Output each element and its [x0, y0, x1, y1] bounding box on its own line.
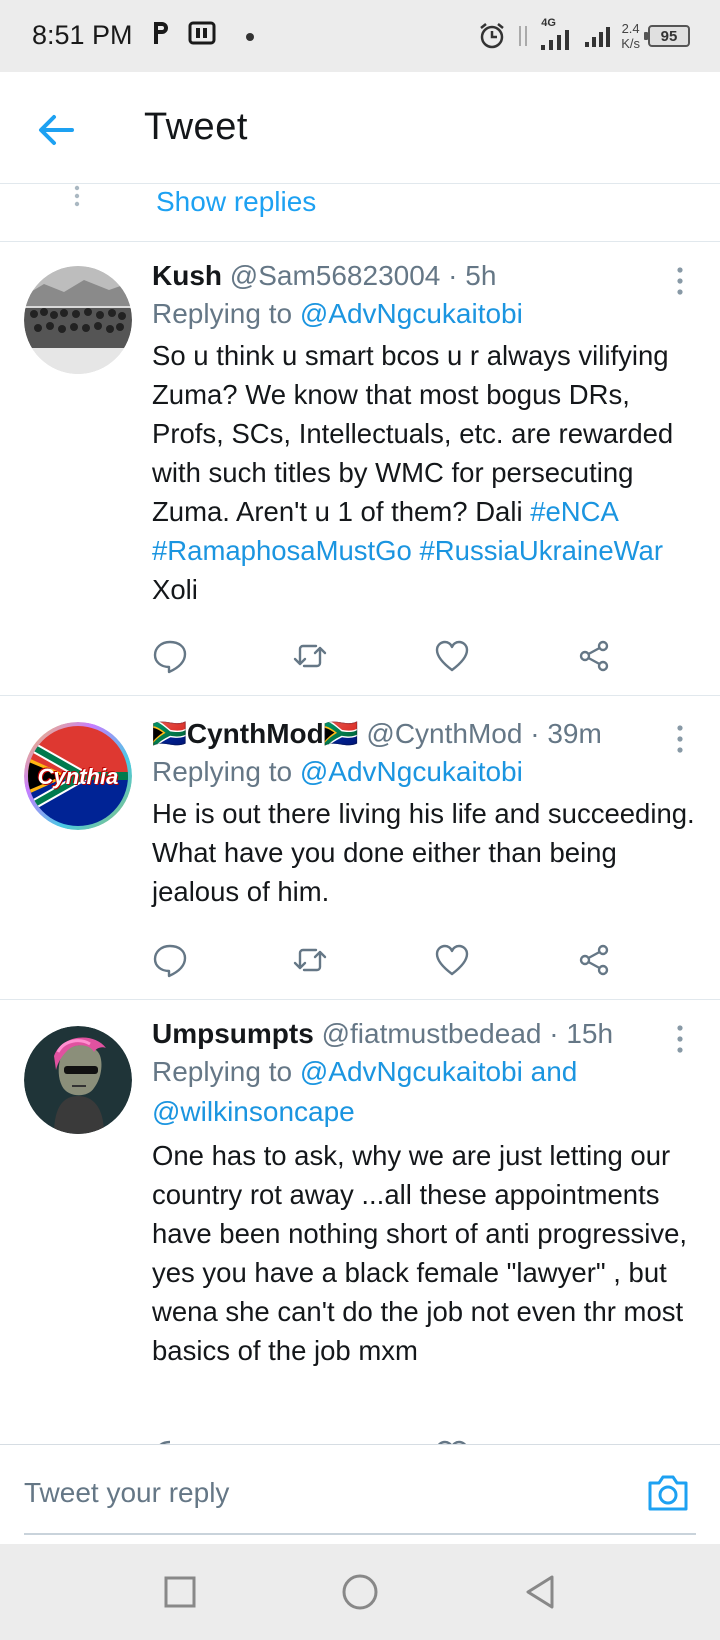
thread-dots-icon — [74, 185, 80, 207]
replying-prefix: Replying to — [152, 298, 293, 329]
avatar[interactable] — [24, 1026, 132, 1134]
status-right-cluster: 4G 2.4 K/s 95 — [477, 16, 690, 56]
more-vertical-icon[interactable] — [670, 264, 690, 298]
flag-emoji: 🇿🇦 — [152, 718, 187, 749]
user-name[interactable]: Umpsumpts — [152, 1018, 314, 1049]
tweet-card[interactable]: Umpsumpts @fiatmustbedead · 15h Replying… — [0, 1000, 720, 1444]
show-replies-row[interactable]: Show replies — [0, 184, 720, 242]
notification-dot-icon — [246, 33, 254, 41]
reply-composer — [0, 1444, 720, 1544]
signal-bars-icon — [585, 27, 611, 47]
data-transfer-icon — [519, 26, 528, 46]
tweet-text: He is out there living his life and succ… — [152, 798, 695, 907]
system-nav-bar — [0, 1544, 720, 1640]
tweet-card[interactable]: Kush @Sam56823004 · 5h Replying to @AdvN… — [0, 242, 720, 696]
share-icon[interactable] — [576, 638, 612, 674]
battery-level: 95 — [660, 27, 678, 45]
mention-link[interactable]: @wilkinsoncape — [152, 1096, 355, 1127]
heart-icon[interactable] — [434, 942, 470, 978]
user-name[interactable]: 🇿🇦CynthMod🇿🇦 — [152, 718, 359, 749]
tweet-header: 🇿🇦CynthMod🇿🇦 @CynthMod · 39m — [152, 716, 698, 752]
user-handle[interactable]: @Sam56823004 — [230, 260, 441, 291]
circle-icon[interactable] — [340, 1572, 380, 1612]
reply-icon[interactable] — [152, 942, 188, 978]
tweet-actions — [152, 942, 622, 982]
tweet-card[interactable]: Cynthia 🇿🇦CynthMod🇿🇦 @CynthMod · 39m Rep… — [0, 696, 720, 1000]
hashtag-link[interactable]: #RussiaUkraineWar — [420, 535, 664, 566]
replying-to: Replying to @AdvNgcukaitobi and @wilkins… — [152, 1052, 698, 1132]
network-type: 4G — [541, 17, 556, 29]
replying-prefix: Replying to — [152, 1056, 293, 1087]
user-handle[interactable]: @fiatmustbedead — [322, 1018, 542, 1049]
tweet-text: So u think u smart bcos u r always vilif… — [152, 336, 698, 609]
tweet-time: · 5h — [448, 260, 497, 291]
replying-conjunction: and — [530, 1056, 578, 1087]
battery-indicator: 95 — [644, 25, 690, 47]
tweet-time: · 39m — [530, 718, 602, 749]
speed-unit: K/s — [621, 36, 640, 51]
avatar[interactable] — [24, 266, 132, 374]
flag-emoji: 🇿🇦 — [323, 718, 359, 749]
mention-link[interactable]: @AdvNgcukaitobi — [300, 1056, 523, 1087]
retweet-icon[interactable] — [292, 942, 328, 978]
news-app-icon — [188, 21, 216, 45]
tweet-text: One has to ask, why we are just letting … — [152, 1140, 688, 1366]
tweet-body: Umpsumpts @fiatmustbedead · 15h Replying… — [152, 1016, 698, 1370]
user-name[interactable]: Kush — [152, 260, 222, 291]
replying-prefix: Replying to — [152, 756, 293, 787]
network-speed: 2.4 K/s — [621, 21, 640, 51]
square-icon[interactable] — [160, 1572, 200, 1612]
tweet-header: Umpsumpts @fiatmustbedead · 15h — [152, 1016, 698, 1052]
tweet-text-segment: Xoli — [152, 574, 198, 605]
alarm-icon — [480, 23, 504, 49]
tweet-actions — [152, 638, 622, 678]
tweet-body: 🇿🇦CynthMod🇿🇦 @CynthMod · 39m Replying to… — [152, 716, 698, 911]
top-app-bar: Tweet — [0, 72, 720, 184]
show-replies-link[interactable]: Show replies — [156, 186, 316, 218]
tweet-body: Kush @Sam56823004 · 5h Replying to @AdvN… — [152, 258, 698, 609]
reply-input[interactable] — [24, 1471, 624, 1515]
heart-icon[interactable] — [434, 638, 470, 674]
more-vertical-icon[interactable] — [670, 1022, 690, 1056]
page-title: Tweet — [144, 106, 248, 148]
parking-app-icon — [154, 22, 168, 44]
replying-to: Replying to @AdvNgcukaitobi — [152, 294, 698, 334]
mention-link[interactable]: @AdvNgcukaitobi — [300, 756, 523, 787]
speed-value: 2.4 — [621, 21, 640, 36]
status-time: 8:51 PM — [32, 20, 133, 50]
user-name-text: CynthMod — [186, 718, 324, 749]
reply-icon[interactable] — [152, 638, 188, 674]
status-bar: 8:51 PM 4G 2.4 K/s 95 — [0, 0, 720, 72]
arrow-left-icon[interactable] — [34, 108, 78, 152]
tweet-header: Kush @Sam56823004 · 5h — [152, 258, 698, 294]
user-handle[interactable]: @CynthMod — [366, 718, 522, 749]
avatar-text: Cynthia — [37, 764, 119, 789]
signal-4g-icon: 4G — [539, 17, 575, 53]
hashtag-link[interactable]: #eNCA — [530, 496, 617, 527]
more-vertical-icon[interactable] — [670, 722, 690, 756]
camera-icon[interactable] — [646, 1473, 690, 1513]
hashtag-link[interactable]: #RamaphosaMustGo — [152, 535, 412, 566]
tweet-time: · 15h — [549, 1018, 614, 1049]
mention-link[interactable]: @AdvNgcukaitobi — [300, 298, 523, 329]
replying-to: Replying to @AdvNgcukaitobi — [152, 752, 698, 792]
share-icon[interactable] — [576, 942, 612, 978]
reply-underline — [24, 1533, 696, 1535]
retweet-icon[interactable] — [292, 638, 328, 674]
triangle-back-icon[interactable] — [520, 1572, 560, 1612]
